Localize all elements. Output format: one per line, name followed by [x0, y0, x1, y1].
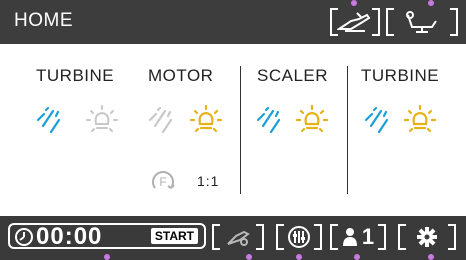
- column-divider: [347, 66, 348, 194]
- user-button[interactable]: 1: [330, 224, 386, 250]
- user-number: 1: [361, 224, 375, 249]
- column-label-scaler: SCALER: [257, 66, 329, 85]
- indicator-dot: [246, 254, 252, 260]
- dental-chair-icon: [406, 11, 437, 33]
- forward-f-icon: F: [152, 171, 175, 189]
- clock-icon: [15, 228, 33, 246]
- instrument-panel: TURBINE MOTOR SCALER TURBINE F 1:1: [0, 44, 466, 216]
- forward-direction-button[interactable]: F: [150, 168, 176, 194]
- handpiece-icon: [337, 12, 371, 32]
- column-label-turbine-1: TURBINE: [36, 66, 115, 85]
- column-label-turbine-2: TURBINE: [361, 66, 440, 85]
- indicator-dot: [428, 254, 434, 260]
- indicator-dot: [296, 254, 302, 260]
- spray-icon[interactable]: [34, 106, 64, 136]
- indicator-dot: [428, 0, 434, 6]
- settings-button[interactable]: [398, 224, 456, 250]
- spray-icon[interactable]: [146, 106, 176, 136]
- hand-tool-icon: [227, 230, 250, 246]
- handpiece-button[interactable]: [330, 8, 380, 36]
- light-bulb-icon[interactable]: [404, 104, 436, 138]
- column-divider: [240, 66, 241, 194]
- indicator-dot: [351, 0, 357, 6]
- light-bulb-icon[interactable]: [86, 104, 118, 138]
- indicator-dot: [104, 254, 110, 260]
- handpiece-tool-button[interactable]: [212, 224, 264, 250]
- user-icon: [342, 228, 357, 246]
- light-bulb-icon[interactable]: [190, 104, 222, 138]
- top-bar: HOME: [0, 0, 466, 44]
- settings-adjust-button[interactable]: [276, 224, 322, 250]
- bottom-bar: 00:00 START 1: [0, 216, 466, 260]
- start-label: START: [150, 228, 198, 244]
- spray-icon[interactable]: [254, 106, 284, 136]
- gear-ratio[interactable]: 1:1: [197, 173, 219, 189]
- timer-button[interactable]: 00:00 START: [8, 223, 206, 250]
- forward-label: F: [159, 175, 166, 189]
- spray-icon[interactable]: [362, 106, 392, 136]
- column-label-motor: MOTOR: [148, 66, 214, 85]
- indicator-dot: [354, 254, 360, 260]
- sliders-icon: [288, 226, 310, 248]
- page-title: HOME: [14, 10, 73, 31]
- gear-icon: [417, 227, 437, 247]
- timer-display: 00:00: [36, 223, 103, 250]
- light-bulb-icon[interactable]: [296, 104, 328, 138]
- chair-button[interactable]: [386, 8, 458, 36]
